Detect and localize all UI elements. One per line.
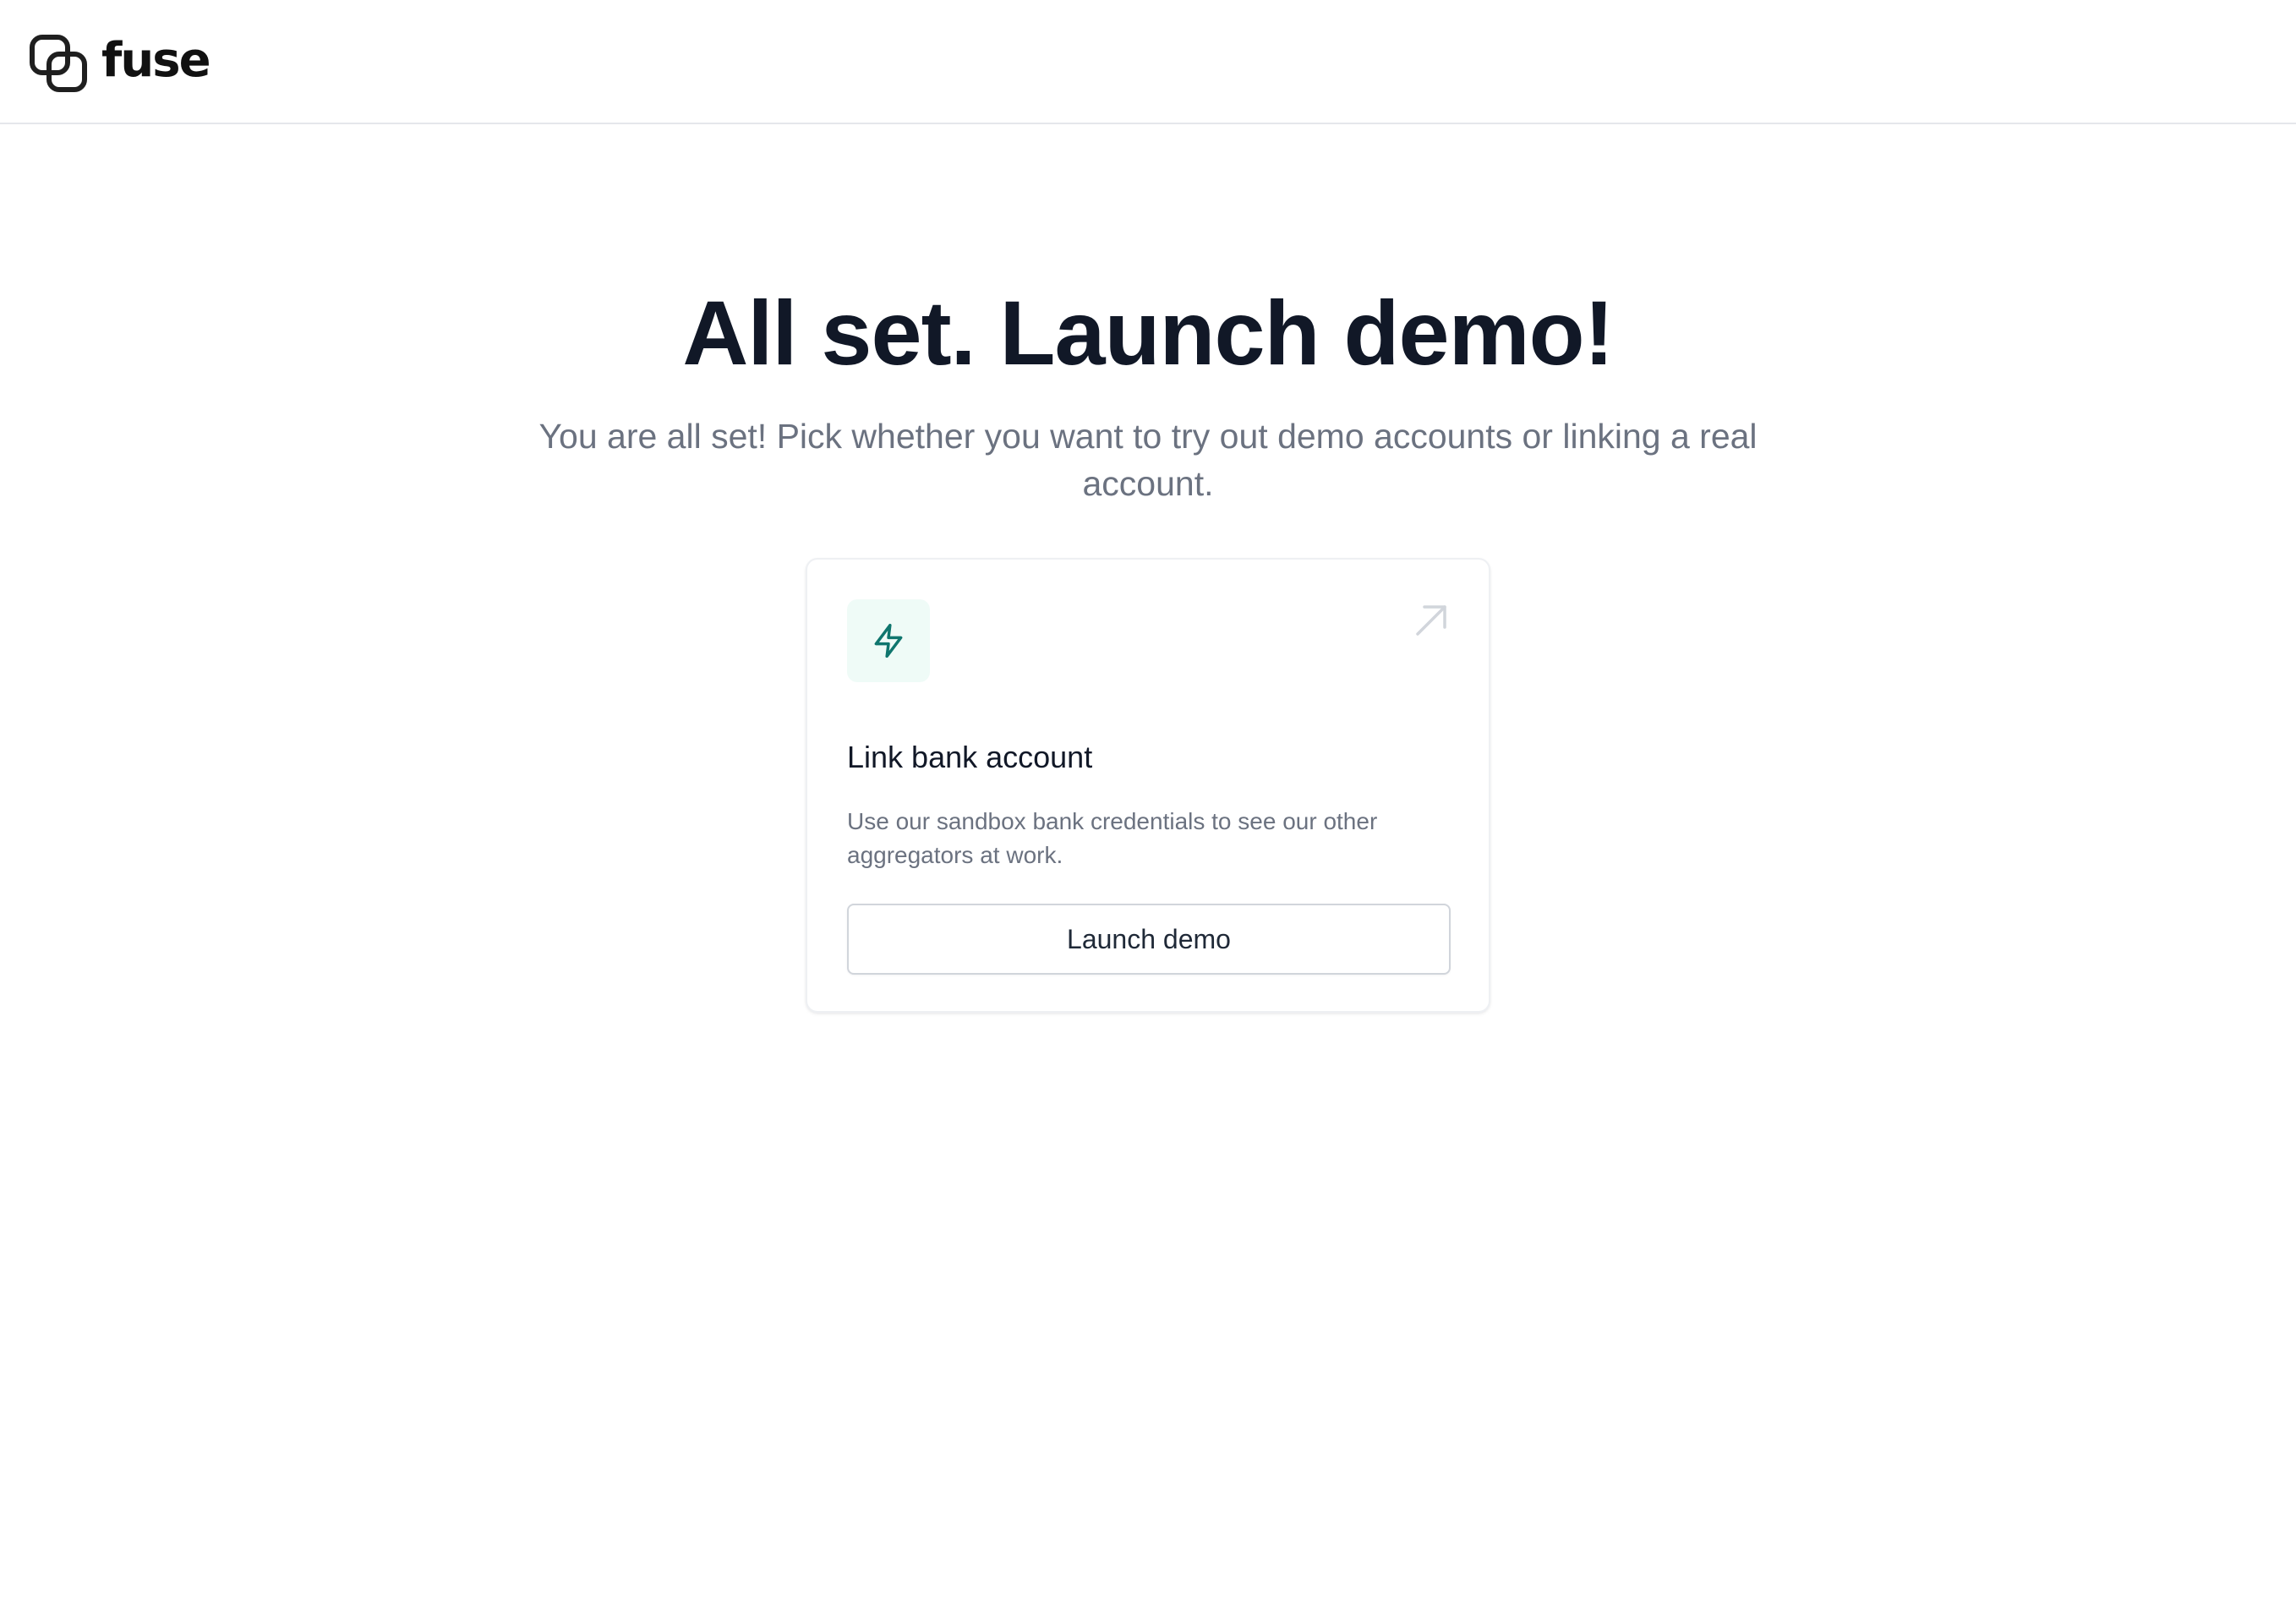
fuse-logo-icon [30,35,87,92]
brand-logo[interactable]: fuse [29,33,211,93]
card-title: Link bank account [847,740,1093,774]
link-bank-account-card[interactable]: Link bank account Use our sandbox bank c… [806,558,1490,1013]
brand-name: fuse [101,33,211,88]
launch-demo-button[interactable]: Launch demo [847,904,1451,975]
page-subtitle: You are all set! Pick whether you want t… [538,417,1758,503]
page-title: All set. Launch demo! [682,281,1614,384]
hero-section: All set. Launch demo! You are all set! P… [0,279,2296,507]
lightning-bolt-icon [874,623,903,658]
arrow-up-right-icon[interactable] [1413,602,1450,639]
card-icon-container [847,599,930,682]
card-description: Use our sandbox bank credentials to see … [847,808,1378,868]
top-navigation-bar: fuse [0,0,2296,124]
